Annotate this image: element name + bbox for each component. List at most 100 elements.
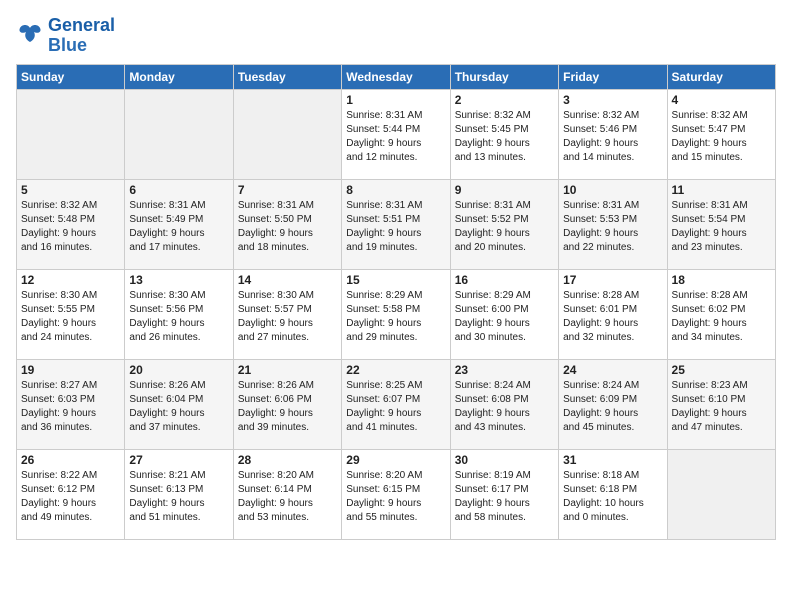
calendar-cell: 22 Sunrise: 8:25 AMSunset: 6:07 PMDayligh… xyxy=(342,359,450,449)
calendar-cell: 4 Sunrise: 8:32 AMSunset: 5:47 PMDaylight… xyxy=(667,89,775,179)
day-number: 1 xyxy=(346,93,445,107)
cell-info: Sunrise: 8:32 AMSunset: 5:46 PMDaylight:… xyxy=(563,109,662,165)
day-number: 23 xyxy=(455,363,554,377)
calendar-table: SundayMondayTuesdayWednesdayThursdayFrid… xyxy=(16,64,776,540)
day-number: 16 xyxy=(455,273,554,287)
day-number: 10 xyxy=(563,183,662,197)
calendar-cell: 18 Sunrise: 8:28 AMSunset: 6:02 PMDayligh… xyxy=(667,269,775,359)
calendar-cell xyxy=(667,449,775,539)
day-number: 9 xyxy=(455,183,554,197)
day-number: 15 xyxy=(346,273,445,287)
day-number: 6 xyxy=(129,183,228,197)
weekday-header-friday: Friday xyxy=(559,64,667,89)
day-number: 3 xyxy=(563,93,662,107)
day-number: 8 xyxy=(346,183,445,197)
day-number: 27 xyxy=(129,453,228,467)
calendar-cell: 10 Sunrise: 8:31 AMSunset: 5:53 PMDayligh… xyxy=(559,179,667,269)
cell-info: Sunrise: 8:31 AMSunset: 5:52 PMDaylight:… xyxy=(455,199,554,255)
cell-info: Sunrise: 8:23 AMSunset: 6:10 PMDaylight:… xyxy=(672,379,771,435)
calendar-cell: 15 Sunrise: 8:29 AMSunset: 5:58 PMDayligh… xyxy=(342,269,450,359)
day-number: 22 xyxy=(346,363,445,377)
cell-info: Sunrise: 8:30 AMSunset: 5:55 PMDaylight:… xyxy=(21,289,120,345)
calendar-cell: 28 Sunrise: 8:20 AMSunset: 6:14 PMDayligh… xyxy=(233,449,341,539)
cell-info: Sunrise: 8:29 AMSunset: 5:58 PMDaylight:… xyxy=(346,289,445,345)
calendar-cell: 14Sunrise: 8:30 AMSunset: 5:57 PMDayligh… xyxy=(233,269,341,359)
day-number: 4 xyxy=(672,93,771,107)
day-number: 12 xyxy=(21,273,120,287)
calendar-cell: 12 Sunrise: 8:30 AMSunset: 5:55 PMDayligh… xyxy=(17,269,125,359)
cell-info: Sunrise: 8:31 AMSunset: 5:51 PMDaylight:… xyxy=(346,199,445,255)
day-number: 29 xyxy=(346,453,445,467)
weekday-header-wednesday: Wednesday xyxy=(342,64,450,89)
cell-info: Sunrise: 8:25 AMSunset: 6:07 PMDaylight:… xyxy=(346,379,445,435)
day-number: 19 xyxy=(21,363,120,377)
calendar-cell: 16 Sunrise: 8:29 AMSunset: 6:00 PMDayligh… xyxy=(450,269,558,359)
cell-info: Sunrise: 8:29 AMSunset: 6:00 PMDaylight:… xyxy=(455,289,554,345)
calendar-cell: 1 Sunrise: 8:31 AMSunset: 5:44 PMDaylight… xyxy=(342,89,450,179)
calendar-cell xyxy=(125,89,233,179)
cell-info: Sunrise: 8:30 AMSunset: 5:56 PMDaylight:… xyxy=(129,289,228,345)
weekday-header-sunday: Sunday xyxy=(17,64,125,89)
cell-info: Sunrise: 8:21 AMSunset: 6:13 PMDaylight:… xyxy=(129,469,228,525)
cell-info: Sunrise: 8:26 AMSunset: 6:06 PMDaylight:… xyxy=(238,379,337,435)
logo-icon xyxy=(16,22,44,50)
calendar-cell: 19 Sunrise: 8:27 AMSunset: 6:03 PMDayligh… xyxy=(17,359,125,449)
calendar-cell: 26 Sunrise: 8:22 AMSunset: 6:12 PMDayligh… xyxy=(17,449,125,539)
cell-info: Sunrise: 8:32 AMSunset: 5:47 PMDaylight:… xyxy=(672,109,771,165)
cell-info: Sunrise: 8:19 AMSunset: 6:17 PMDaylight:… xyxy=(455,469,554,525)
cell-info: Sunrise: 8:32 AMSunset: 5:45 PMDaylight:… xyxy=(455,109,554,165)
day-number: 20 xyxy=(129,363,228,377)
cell-info: Sunrise: 8:22 AMSunset: 6:12 PMDaylight:… xyxy=(21,469,120,525)
cell-info: Sunrise: 8:18 AMSunset: 6:18 PMDaylight:… xyxy=(563,469,662,525)
calendar-cell: 6 Sunrise: 8:31 AMSunset: 5:49 PMDaylight… xyxy=(125,179,233,269)
day-number: 26 xyxy=(21,453,120,467)
calendar-cell: 13 Sunrise: 8:30 AMSunset: 5:56 PMDayligh… xyxy=(125,269,233,359)
calendar-cell: 3 Sunrise: 8:32 AMSunset: 5:46 PMDaylight… xyxy=(559,89,667,179)
cell-info: Sunrise: 8:24 AMSunset: 6:09 PMDaylight:… xyxy=(563,379,662,435)
day-number: 18 xyxy=(672,273,771,287)
weekday-header-tuesday: Tuesday xyxy=(233,64,341,89)
calendar-cell: 7Sunrise: 8:31 AMSunset: 5:50 PMDaylight… xyxy=(233,179,341,269)
day-number: 31 xyxy=(563,453,662,467)
day-number: 11 xyxy=(672,183,771,197)
calendar-cell: 9 Sunrise: 8:31 AMSunset: 5:52 PMDaylight… xyxy=(450,179,558,269)
calendar-cell xyxy=(233,89,341,179)
cell-info: Sunrise: 8:31 AMSunset: 5:50 PMDaylight:… xyxy=(238,199,337,255)
day-number: 13 xyxy=(129,273,228,287)
logo-text: General Blue xyxy=(48,16,115,56)
cell-info: Sunrise: 8:31 AMSunset: 5:44 PMDaylight:… xyxy=(346,109,445,165)
day-number: 21 xyxy=(238,363,337,377)
calendar-cell: 24 Sunrise: 8:24 AMSunset: 6:09 PMDayligh… xyxy=(559,359,667,449)
day-number: 17 xyxy=(563,273,662,287)
calendar-cell: 21 Sunrise: 8:26 AMSunset: 6:06 PMDayligh… xyxy=(233,359,341,449)
day-number: 28 xyxy=(238,453,337,467)
calendar-cell: 30 Sunrise: 8:19 AMSunset: 6:17 PMDayligh… xyxy=(450,449,558,539)
day-number: 5 xyxy=(21,183,120,197)
calendar-cell: 29 Sunrise: 8:20 AMSunset: 6:15 PMDayligh… xyxy=(342,449,450,539)
page-header: General Blue xyxy=(16,16,776,56)
logo: General Blue xyxy=(16,16,115,56)
calendar-cell xyxy=(17,89,125,179)
calendar-cell: 5Sunrise: 8:32 AMSunset: 5:48 PMDaylight… xyxy=(17,179,125,269)
calendar-cell: 11 Sunrise: 8:31 AMSunset: 5:54 PMDayligh… xyxy=(667,179,775,269)
cell-info: Sunrise: 8:27 AMSunset: 6:03 PMDaylight:… xyxy=(21,379,120,435)
calendar-cell: 20 Sunrise: 8:26 AMSunset: 6:04 PMDayligh… xyxy=(125,359,233,449)
cell-info: Sunrise: 8:28 AMSunset: 6:02 PMDaylight:… xyxy=(672,289,771,345)
weekday-header-thursday: Thursday xyxy=(450,64,558,89)
weekday-header-monday: Monday xyxy=(125,64,233,89)
cell-info: Sunrise: 8:31 AMSunset: 5:53 PMDaylight:… xyxy=(563,199,662,255)
calendar-cell: 17 Sunrise: 8:28 AMSunset: 6:01 PMDayligh… xyxy=(559,269,667,359)
cell-info: Sunrise: 8:28 AMSunset: 6:01 PMDaylight:… xyxy=(563,289,662,345)
calendar-cell: 25Sunrise: 8:23 AMSunset: 6:10 PMDayligh… xyxy=(667,359,775,449)
cell-info: Sunrise: 8:26 AMSunset: 6:04 PMDaylight:… xyxy=(129,379,228,435)
calendar-cell: 23Sunrise: 8:24 AMSunset: 6:08 PMDayligh… xyxy=(450,359,558,449)
cell-info: Sunrise: 8:31 AMSunset: 5:54 PMDaylight:… xyxy=(672,199,771,255)
day-number: 24 xyxy=(563,363,662,377)
cell-info: Sunrise: 8:20 AMSunset: 6:15 PMDaylight:… xyxy=(346,469,445,525)
cell-info: Sunrise: 8:20 AMSunset: 6:14 PMDaylight:… xyxy=(238,469,337,525)
day-number: 30 xyxy=(455,453,554,467)
calendar-cell: 31 Sunrise: 8:18 AMSunset: 6:18 PMDayligh… xyxy=(559,449,667,539)
day-number: 2 xyxy=(455,93,554,107)
calendar-cell: 27 Sunrise: 8:21 AMSunset: 6:13 PMDayligh… xyxy=(125,449,233,539)
cell-info: Sunrise: 8:31 AMSunset: 5:49 PMDaylight:… xyxy=(129,199,228,255)
